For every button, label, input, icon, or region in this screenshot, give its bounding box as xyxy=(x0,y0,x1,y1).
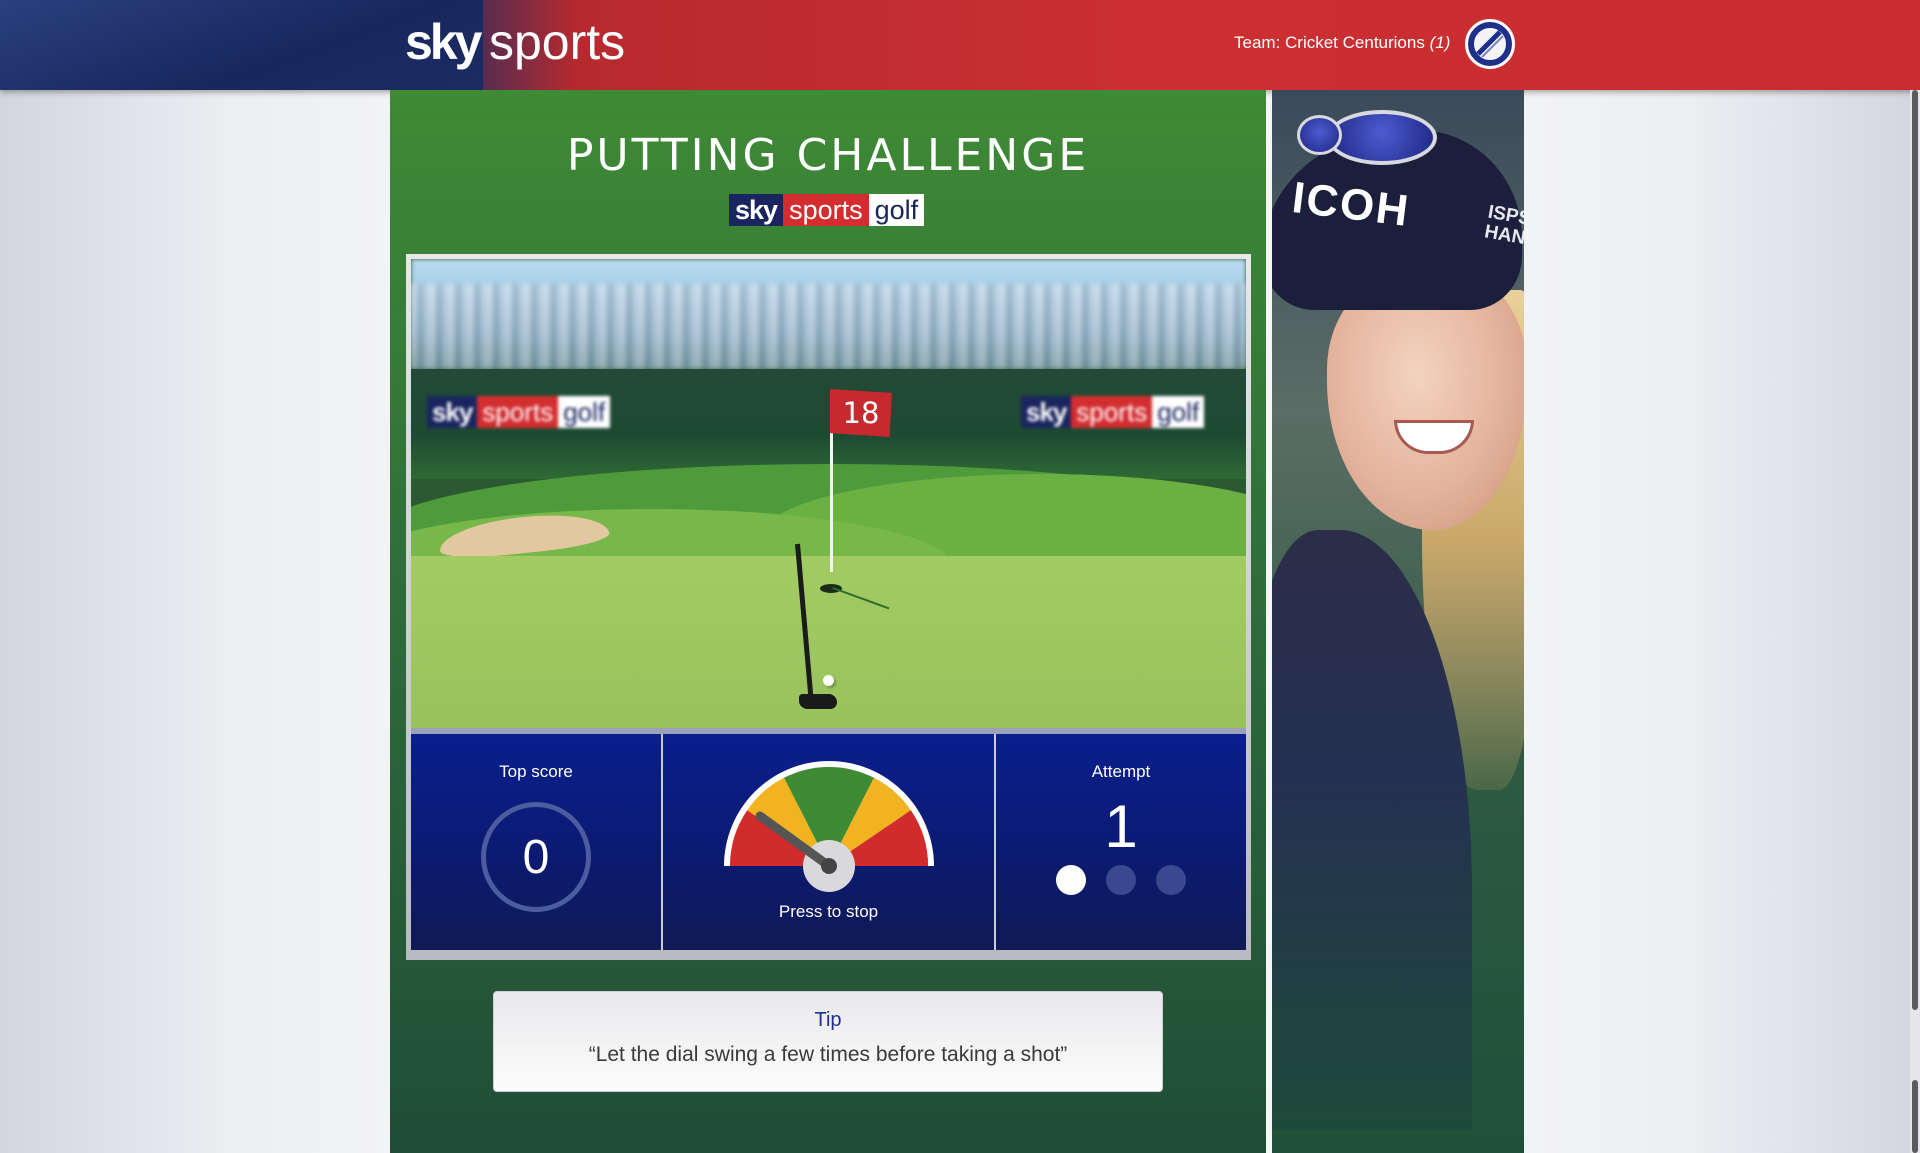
putter-head xyxy=(799,694,837,709)
logo-part-sports: sports xyxy=(783,194,869,226)
tip-box: Tip “Let the dial swing a few times befo… xyxy=(493,991,1163,1092)
team-label[interactable]: Team: Cricket Centurions (1) xyxy=(1234,33,1450,53)
cricket-ball-icon[interactable] xyxy=(1465,19,1515,69)
attempt-indicators xyxy=(1056,865,1186,895)
scrollbar-thumb-lower[interactable] xyxy=(1912,1080,1918,1153)
sports-logo[interactable]: sports xyxy=(489,12,625,72)
golf-ball xyxy=(823,675,834,686)
press-to-stop-button[interactable]: Press to stop xyxy=(663,902,994,922)
attempt-dot-3 xyxy=(1156,865,1186,895)
attempt-dot-1 xyxy=(1056,865,1086,895)
ad-right-sky: sky xyxy=(1021,396,1072,428)
game-frame: sky sports golf sky sports golf 18 Top s… xyxy=(406,254,1251,960)
game-container: PUTTING CHALLENGE sky sports golf sky sp… xyxy=(390,90,1266,1153)
game-controls: Top score 0 Press to stop Attempt 1 xyxy=(411,728,1246,950)
ad-left-sports: sports xyxy=(477,396,559,428)
top-score-value: 0 xyxy=(481,802,591,912)
sky-sports-golf-logo: sky sports golf xyxy=(729,194,925,226)
attempt-panel: Attempt 1 xyxy=(994,734,1246,950)
attempt-dot-2 xyxy=(1106,865,1136,895)
logo-part-sky: sky xyxy=(729,194,784,226)
scrollbar-thumb[interactable] xyxy=(1912,90,1918,1010)
game-title: PUTTING CHALLENGE xyxy=(566,130,1090,181)
sky-logo[interactable]: sky xyxy=(405,12,482,72)
site-header: sky sports Team: Cricket Centurions (1) xyxy=(0,0,1920,90)
sunglasses-lens xyxy=(1297,115,1342,155)
ad-right-golf: golf xyxy=(1152,396,1205,428)
power-dial-panel[interactable]: Press to stop xyxy=(661,734,994,950)
cap-side-text: ISPS HAN xyxy=(1482,201,1524,250)
golfer-photo: ICOH ISPS HAN xyxy=(1272,90,1524,1153)
logo-part-golf: golf xyxy=(868,194,925,226)
ad-left-golf: golf xyxy=(558,396,611,428)
sunglasses xyxy=(1327,110,1437,165)
ad-board-left: sky sports golf xyxy=(427,396,611,428)
crowd-backdrop xyxy=(411,284,1246,369)
attempt-number: 1 xyxy=(1104,793,1138,860)
golf-scene[interactable]: sky sports golf sky sports golf 18 xyxy=(411,259,1246,728)
team-name: Team: Cricket Centurions xyxy=(1234,33,1425,52)
ad-right-sports: sports xyxy=(1071,396,1153,428)
ad-left-sky: sky xyxy=(427,396,478,428)
tip-text: “Let the dial swing a few times before t… xyxy=(588,1043,1068,1066)
tip-title: Tip xyxy=(814,1009,842,1031)
page-scrollbar[interactable] xyxy=(1910,90,1920,1153)
power-dial-gauge[interactable] xyxy=(718,756,940,896)
hole-flag: 18 xyxy=(830,389,892,437)
team-count: (1) xyxy=(1429,33,1451,52)
ad-board-right: sky sports golf xyxy=(1021,396,1205,428)
top-score-panel: Top score 0 xyxy=(411,734,661,950)
top-score-label: Top score xyxy=(499,762,573,781)
attempt-label: Attempt xyxy=(1091,762,1151,781)
